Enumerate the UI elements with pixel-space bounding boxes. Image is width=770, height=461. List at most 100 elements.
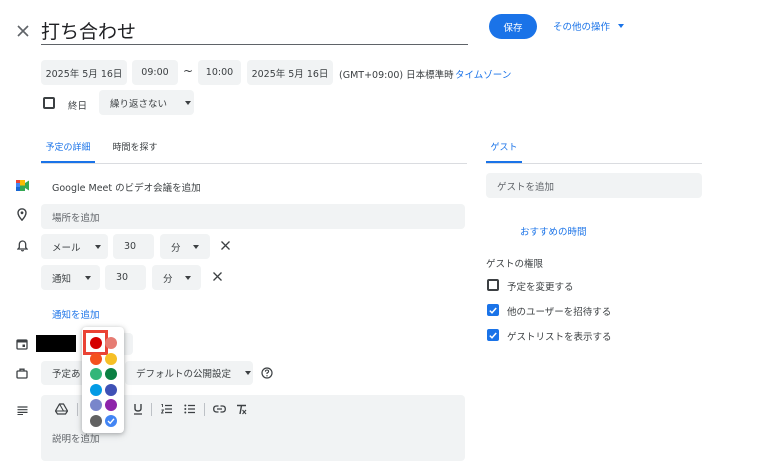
permission-label: 予定を変更する — [507, 282, 574, 293]
description-placeholder: 説明を追加 — [52, 434, 100, 445]
link-icon[interactable] — [212, 403, 226, 415]
visibility-label: デフォルトの公開設定 — [136, 369, 232, 380]
check-icon — [107, 417, 115, 424]
add-guest-placeholder: ゲストを追加 — [497, 181, 555, 193]
color-swatch[interactable] — [90, 399, 102, 411]
chevron-down-icon — [245, 371, 252, 375]
calendar-owner-redacted — [36, 335, 76, 352]
guests-divider — [486, 163, 702, 164]
chevron-down-icon — [184, 275, 191, 280]
notification-value: 30 — [116, 272, 129, 283]
save-label: 保存 — [503, 22, 523, 34]
time-separator: ~ — [183, 64, 194, 78]
bullet-list-icon[interactable] — [183, 403, 195, 415]
chevron-down-icon — [85, 275, 92, 280]
color-swatch[interactable] — [105, 337, 117, 349]
tab-event-details[interactable]: 予定の詳細 — [41, 138, 95, 163]
add-guest-input[interactable]: ゲストを追加 — [486, 173, 702, 198]
chevron-down-icon — [94, 244, 101, 249]
chevron-down-icon — [618, 24, 625, 28]
close-icon[interactable] — [14, 22, 32, 40]
tab-event-details-label: 予定の詳細 — [45, 143, 91, 153]
color-swatch[interactable] — [90, 352, 102, 365]
visibility-dropdown[interactable]: デフォルトの公開設定 — [125, 361, 253, 385]
tabs-divider — [41, 163, 467, 164]
numbered-list-icon[interactable] — [160, 403, 172, 415]
chevron-down-icon — [185, 100, 192, 105]
notification-type-label: メール — [52, 242, 81, 254]
timezone-text: (GMT+09:00) 日本標準時 — [339, 70, 454, 81]
add-notification-link[interactable]: 通知を追加 — [52, 307, 100, 321]
notification-unit-dropdown[interactable]: 分 — [160, 234, 210, 259]
notification-value: 30 — [124, 241, 137, 252]
toolbar-separator — [77, 403, 78, 416]
all-day-label: 終日 — [68, 101, 88, 112]
tab-find-time-label: 時間を探す — [112, 143, 158, 153]
calendar-icon — [15, 337, 29, 351]
google-meet-icon — [15, 178, 29, 192]
title-text: 打ち合わせ — [41, 21, 137, 43]
start-time-chip[interactable]: 09:00 — [132, 60, 178, 85]
color-swatch[interactable] — [90, 337, 102, 349]
briefcase-icon — [15, 366, 29, 380]
end-date-text: 2025年 5月 16日 — [251, 68, 329, 80]
check-icon — [489, 307, 497, 314]
more-actions-label: その他の操作 — [553, 22, 611, 33]
notification-unit-dropdown[interactable]: 分 — [152, 265, 201, 290]
guest-permissions-title: ゲストの権限 — [486, 259, 544, 270]
notification-value-input[interactable]: 30 — [105, 265, 146, 290]
color-swatch[interactable] — [105, 399, 117, 411]
color-swatch[interactable] — [105, 414, 117, 427]
help-icon[interactable] — [260, 366, 273, 379]
start-date-chip[interactable]: 2025年 5月 16日 — [41, 60, 127, 85]
location-input[interactable]: 場所を追加 — [41, 204, 465, 229]
notification-type-dropdown[interactable]: 通知 — [41, 265, 100, 290]
clear-format-icon[interactable] — [235, 403, 248, 415]
color-swatch[interactable] — [105, 368, 117, 380]
location-icon — [15, 207, 29, 221]
permission-invite-others-checkbox[interactable] — [487, 304, 499, 316]
permission-label: ゲストリストを表示する — [507, 332, 612, 343]
toolbar-separator — [151, 403, 152, 416]
color-swatch[interactable] — [90, 368, 102, 380]
chevron-down-icon — [192, 244, 199, 249]
end-time-text: 10:00 — [205, 67, 234, 78]
notification-type-dropdown[interactable]: メール — [41, 234, 108, 259]
permission-see-guest-list-checkbox[interactable] — [487, 329, 499, 341]
add-meet-button[interactable]: Google Meet のビデオ会議を追加 — [52, 180, 201, 194]
notification-unit-label: 分 — [163, 273, 173, 285]
remove-notification-icon[interactable] — [219, 239, 231, 251]
title-input[interactable]: 打ち合わせ — [41, 13, 468, 45]
tab-find-time[interactable]: 時間を探す — [105, 138, 165, 163]
drive-icon[interactable] — [54, 402, 68, 416]
notification-unit-label: 分 — [171, 242, 181, 254]
end-time-chip[interactable]: 10:00 — [198, 60, 241, 85]
more-actions-button[interactable]: その他の操作 — [553, 17, 633, 35]
underline-icon[interactable] — [132, 402, 144, 416]
repeat-dropdown[interactable]: 繰り返さない — [99, 90, 194, 115]
tab-guests-label: ゲスト — [490, 143, 518, 153]
remove-notification-icon[interactable] — [211, 270, 223, 282]
suggested-times-link[interactable]: おすすめの時間 — [520, 224, 587, 238]
notification-type-label: 通知 — [52, 273, 72, 285]
start-time-text: 09:00 — [141, 67, 169, 78]
save-button[interactable]: 保存 — [489, 14, 537, 39]
toolbar-separator — [204, 403, 205, 416]
tab-guests[interactable]: ゲスト — [486, 138, 522, 163]
color-swatch[interactable] — [105, 383, 117, 396]
all-day-checkbox[interactable] — [43, 97, 55, 109]
check-icon — [489, 332, 497, 339]
permission-modify-event-checkbox[interactable] — [487, 279, 499, 291]
permission-label: 他のユーザーを招待する — [507, 307, 612, 318]
bell-icon — [15, 239, 29, 253]
repeat-label: 繰り返さない — [110, 98, 168, 110]
end-date-chip[interactable]: 2025年 5月 16日 — [247, 60, 333, 85]
color-swatch[interactable] — [105, 352, 117, 365]
start-date-text: 2025年 5月 16日 — [45, 68, 123, 80]
color-swatch[interactable] — [90, 383, 102, 396]
timezone-link[interactable]: タイムゾーン — [455, 67, 511, 81]
notification-value-input[interactable]: 30 — [113, 234, 154, 259]
color-swatch[interactable] — [90, 414, 102, 427]
location-placeholder: 場所を追加 — [52, 212, 100, 224]
description-icon — [15, 403, 29, 417]
